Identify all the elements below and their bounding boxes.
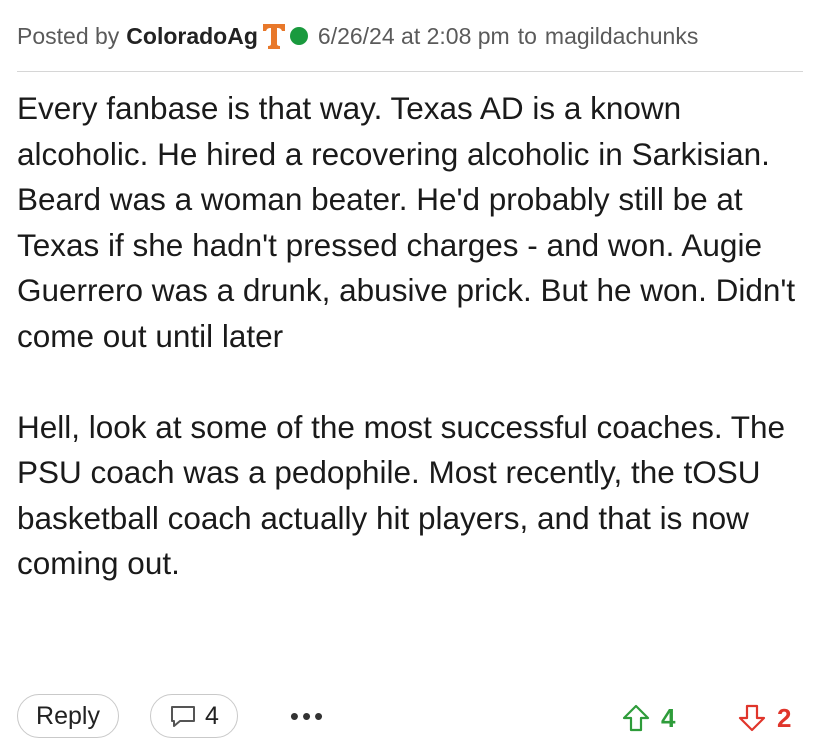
post-body: Every fanbase is that way. Texas AD is a… — [17, 86, 797, 587]
comment-bubble-icon — [171, 706, 196, 727]
downvote-count: 2 — [777, 702, 792, 733]
upvote-count: 4 — [661, 702, 676, 733]
comment-count: 4 — [205, 701, 219, 730]
post-header: Posted by ColoradoAg 6/26/24 at 2:08 pm … — [17, 18, 803, 54]
texas-longhorns-t-icon — [262, 22, 286, 50]
post-paragraph: Every fanbase is that way. Texas AD is a… — [17, 90, 796, 354]
post-timestamp: 6/26/24 at 2:08 pm — [317, 22, 510, 49]
downvote-button[interactable]: 2 — [737, 698, 791, 738]
forum-post: Posted by ColoradoAg 6/26/24 at 2:08 pm … — [0, 0, 819, 750]
online-status-dot — [289, 27, 308, 45]
reply-to-user-link[interactable]: magildachunks — [545, 23, 698, 50]
post-actions: Reply 4 ••• 4 2 — [17, 694, 803, 740]
upvote-button[interactable]: 4 — [621, 698, 675, 738]
to-label: to — [517, 22, 537, 49]
comments-button[interactable]: 4 — [150, 694, 238, 738]
arrow-down-outline-icon — [738, 704, 766, 732]
posted-by-label: Posted by — [17, 22, 120, 49]
more-options-button[interactable]: ••• — [285, 698, 331, 734]
post-paragraph: Hell, look at some of the most successfu… — [17, 408, 786, 582]
header-divider — [17, 71, 803, 72]
reply-button[interactable]: Reply — [17, 694, 119, 738]
arrow-up-outline-icon — [622, 704, 650, 732]
author-link[interactable]: ColoradoAg — [126, 23, 258, 50]
